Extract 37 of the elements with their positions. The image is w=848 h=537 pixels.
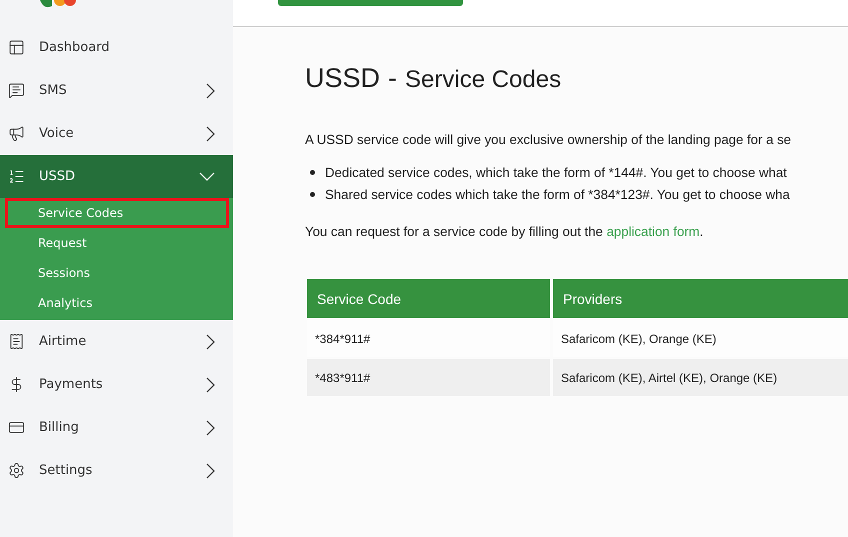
bullet-icon (310, 192, 315, 197)
chat-icon (8, 82, 25, 99)
table-cell: Safaricom (KE), Airtel (KE), Orange (KE) (553, 359, 848, 396)
sidebar-item[interactable]: Billing (0, 406, 233, 449)
sidebar-item[interactable]: Voice (0, 112, 233, 155)
sidebar-item[interactable]: Settings (0, 449, 233, 492)
bullet-text: Dedicated service codes, which take the form of *144#. You get to choose what (325, 165, 787, 180)
receipt-icon (8, 333, 25, 350)
settings-icon (8, 462, 25, 479)
title-separator: - (388, 63, 398, 94)
list-icon (8, 168, 25, 185)
sidebar-item[interactable]: Payments (0, 363, 233, 406)
chevron-down-icon (199, 172, 215, 181)
intro-text: A USSD service code will give you exclusive ownership of the landing page for a se (305, 132, 792, 147)
card-icon (8, 419, 25, 436)
sidebar-item[interactable]: USSD (0, 155, 233, 198)
chevron-right-icon (206, 82, 215, 98)
chevron-right-icon (206, 376, 215, 392)
page-title: USSD (305, 63, 380, 94)
request-text: You can request for a service code by filling out the application form. (305, 224, 704, 239)
table-cell: *483*911# (307, 359, 550, 396)
sidebar-item[interactable]: SMS (0, 69, 233, 112)
bullet-icon (310, 170, 315, 175)
chevron-right-icon (206, 126, 215, 142)
chevron-right-icon (206, 334, 215, 350)
dashboard-icon (8, 39, 25, 56)
bullet-text: Shared service codes which take the form of *384*123#. You get to choose wha (325, 187, 790, 202)
column-header: Service Code (307, 279, 550, 318)
sidebar-item[interactable]: Airtime (0, 320, 233, 363)
page-subtitle: Service Codes (405, 66, 562, 94)
logo-icon (40, 0, 78, 10)
sidebar-item[interactable]: Dashboard (0, 26, 233, 69)
chevron-right-icon (206, 420, 215, 436)
megaphone-icon (8, 125, 25, 142)
chevron-right-icon (206, 462, 215, 478)
column-header: Providers (553, 279, 848, 318)
header-button[interactable] (278, 0, 463, 6)
